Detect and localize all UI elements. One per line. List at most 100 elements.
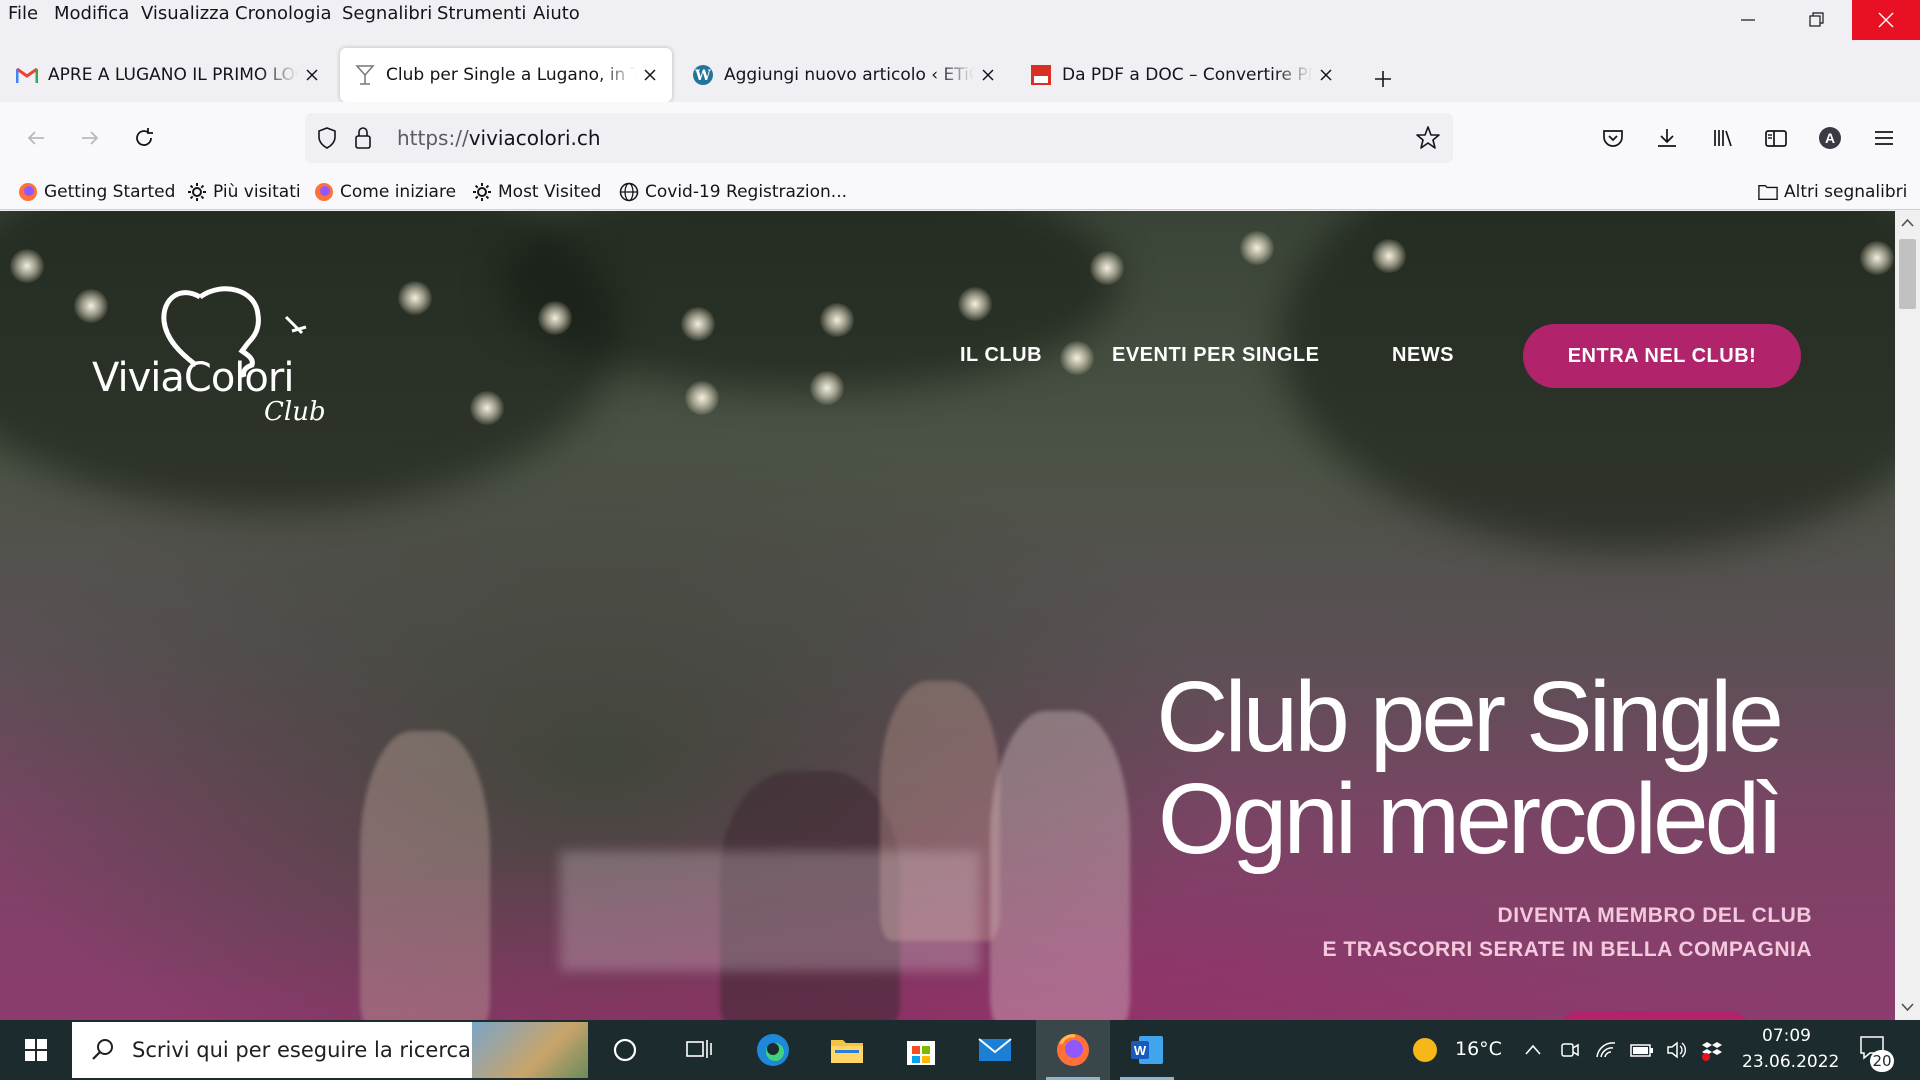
clock-time[interactable]: 07:09: [1762, 1026, 1811, 1046]
back-button[interactable]: [16, 118, 56, 158]
scroll-down-icon[interactable]: [1895, 997, 1920, 1017]
logo-club-text: Club: [264, 397, 326, 427]
tab-strip: APRE A LUGANO IL PRIMO LOCALE Club per S…: [0, 40, 1920, 102]
string-light: [681, 307, 715, 341]
tab-pdf[interactable]: Da PDF a DOC – Convertire PDF: [1016, 48, 1346, 102]
sidebar-button[interactable]: [1756, 118, 1796, 158]
folder-icon: [1758, 182, 1778, 202]
bookmark-piu-visitati[interactable]: Più visitati: [187, 178, 301, 206]
menu-visualizza[interactable]: Visualizza: [141, 3, 230, 24]
close-window-button[interactable]: [1852, 0, 1920, 40]
bookmark-label: Altri segnalibri: [1784, 182, 1908, 202]
hero-subtitle-line: DIVENTA MEMBRO DEL CLUB: [1497, 904, 1812, 927]
tab-close-button[interactable]: [300, 63, 324, 87]
restore-window-button[interactable]: [1782, 0, 1850, 40]
taskbar-file-explorer[interactable]: [810, 1020, 884, 1080]
close-icon: [644, 69, 656, 81]
tab-close-button[interactable]: [1314, 63, 1338, 87]
start-button[interactable]: [0, 1020, 72, 1080]
tab-close-button[interactable]: [638, 63, 662, 87]
wordpress-icon: W: [692, 64, 714, 86]
tracking-protection-shield-icon[interactable]: [315, 126, 339, 150]
menu-segnalibri[interactable]: Segnalibri: [342, 3, 432, 24]
url-text[interactable]: https://viviacolori.ch: [397, 126, 601, 150]
edge-icon: [757, 1034, 789, 1066]
lock-icon[interactable]: [351, 125, 375, 151]
account-button[interactable]: A: [1810, 118, 1850, 158]
wifi-icon[interactable]: [1594, 1038, 1618, 1062]
bookmark-most-visited[interactable]: Most Visited: [472, 178, 601, 206]
bookmark-star-icon[interactable]: [1415, 125, 1441, 151]
task-view-button[interactable]: [662, 1020, 736, 1080]
close-icon: [982, 69, 994, 81]
chevron-up-icon[interactable]: [1521, 1038, 1545, 1062]
menu-file[interactable]: File: [8, 3, 38, 24]
string-light: [1060, 341, 1094, 375]
hero-cta-button[interactable]: [1560, 1011, 1750, 1020]
taskbar-search-box[interactable]: Scrivi qui per eseguire la ricerca: [72, 1022, 588, 1078]
scroll-up-icon[interactable]: [1895, 213, 1920, 233]
bookmark-covid-19[interactable]: Covid-19 Registrazion...: [619, 178, 847, 206]
dropbox-icon[interactable]: [1700, 1038, 1724, 1062]
bookmark-come-iniziare[interactable]: Come iniziare: [314, 178, 456, 206]
taskbar-edge[interactable]: [736, 1020, 810, 1080]
tab-title: APRE A LUGANO IL PRIMO LOCALE: [48, 65, 298, 85]
url-host: viviacolori.ch: [468, 126, 601, 150]
svg-text:A: A: [1825, 130, 1835, 146]
volume-icon[interactable]: [1664, 1038, 1688, 1062]
reload-button[interactable]: [124, 118, 164, 158]
action-center-button[interactable]: 20: [1856, 1032, 1896, 1072]
nav-eventi-per-single[interactable]: EVENTI PER SINGLE: [1112, 344, 1319, 367]
taskbar-word[interactable]: W: [1110, 1020, 1184, 1080]
file-explorer-icon: [831, 1040, 863, 1063]
pocket-button[interactable]: [1593, 118, 1633, 158]
page-scrollbar[interactable]: [1895, 211, 1920, 1020]
menu-modifica[interactable]: Modifica: [54, 3, 129, 24]
taskbar-firefox[interactable]: [1036, 1020, 1110, 1080]
url-bar[interactable]: https://viviacolori.ch: [305, 113, 1453, 163]
downloads-button[interactable]: [1647, 118, 1687, 158]
menu-cronologia[interactable]: Cronologia: [235, 3, 331, 24]
minimize-icon: [1741, 19, 1755, 21]
tab-wordpress[interactable]: W Aggiungi nuovo articolo ‹ ETiCinese: [678, 48, 1008, 102]
forward-button[interactable]: [70, 118, 110, 158]
url-scheme: https://: [397, 126, 469, 150]
menu-aiuto[interactable]: Aiuto: [533, 3, 580, 24]
new-tab-button[interactable]: [1366, 62, 1400, 96]
minimize-window-button[interactable]: [1714, 0, 1782, 40]
hero-subtitle-line: E TRASCORRI SERATE IN BELLA COMPAGNIA: [1322, 938, 1812, 961]
cortana-button[interactable]: [588, 1020, 662, 1080]
taskbar-mail[interactable]: [958, 1020, 1032, 1080]
weather-temperature[interactable]: 16°C: [1455, 1038, 1502, 1060]
scrollbar-thumb[interactable]: [1899, 239, 1916, 309]
library-button[interactable]: [1703, 118, 1743, 158]
string-light: [10, 249, 44, 283]
battery-icon[interactable]: [1629, 1038, 1655, 1062]
reload-icon: [136, 128, 153, 146]
menu-strumenti[interactable]: Strumenti: [437, 3, 526, 24]
other-bookmarks-folder[interactable]: Altri segnalibri: [1758, 178, 1907, 206]
nav-il-club[interactable]: IL CLUB: [960, 344, 1042, 367]
nav-news[interactable]: NEWS: [1392, 344, 1454, 367]
meet-now-icon[interactable]: [1558, 1038, 1582, 1062]
search-highlight-image[interactable]: [472, 1022, 588, 1078]
join-club-button[interactable]: ENTRA NEL CLUB!: [1523, 324, 1801, 388]
string-light: [398, 281, 432, 315]
taskbar-store[interactable]: [884, 1020, 958, 1080]
app-menu-button[interactable]: [1864, 118, 1904, 158]
tab-close-button[interactable]: [976, 63, 1000, 87]
weather-sun-icon[interactable]: [1411, 1036, 1439, 1064]
tab-title: Da PDF a DOC – Convertire PDF: [1062, 65, 1312, 85]
site-logo[interactable]: ViviaColori Club: [88, 281, 378, 431]
restore-icon: [1809, 12, 1824, 27]
tab-gmail[interactable]: APRE A LUGANO IL PRIMO LOCALE: [2, 48, 332, 102]
hero-title-line: Ogni mercoledì: [1157, 763, 1784, 875]
svg-text:W: W: [694, 68, 711, 84]
windows-taskbar: Scrivi qui per eseguire la ricerca W 16°…: [0, 1020, 1920, 1080]
clock-date[interactable]: 23.06.2022: [1742, 1052, 1839, 1072]
string-light: [1372, 239, 1406, 273]
hero-title-line: Club per Single: [1156, 661, 1784, 773]
notification-count-badge: 20: [1870, 1050, 1894, 1072]
tab-viviacolori[interactable]: Club per Single a Lugano, in Ticino: [340, 48, 672, 102]
bookmark-getting-started[interactable]: Getting Started: [18, 178, 175, 206]
